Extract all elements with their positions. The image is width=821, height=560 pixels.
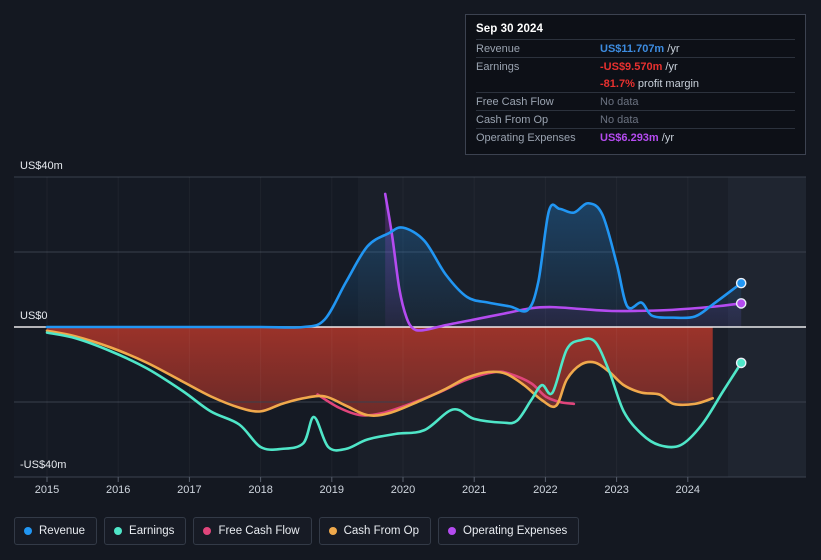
x-axis-tick-2018: 2018	[248, 484, 273, 496]
tooltip-row: Free Cash Flow No data	[476, 92, 795, 110]
legend-color-dot	[448, 527, 457, 535]
x-axis-tick-2020: 2020	[390, 484, 416, 496]
x-axis-tick-2019: 2019	[319, 484, 345, 496]
tooltip-row-value: US$6.293m /yr	[600, 131, 674, 144]
legend-label: Cash From Op	[343, 525, 420, 537]
y-axis-label-bottom: -US$40m	[20, 459, 67, 471]
chart-legend: Revenue Earnings Free Cash Flow Cash From O…	[14, 517, 580, 545]
tooltip-date: Sep 30 2024	[476, 23, 543, 35]
x-axis-tick-2023: 2023	[604, 484, 629, 496]
tooltip-row-label: Cash From Op	[476, 113, 549, 126]
x-axis-tick-2016: 2016	[105, 484, 131, 496]
legend-label: Operating Expenses	[463, 525, 568, 537]
financial-chart: US$40m US$0 -US$40m 2015 2016 2017 2018 2019…	[0, 0, 821, 560]
tooltip-row: Operating Expenses US$6.293m /yr	[476, 128, 795, 146]
legend-color-dot	[114, 527, 123, 535]
legend-label: Revenue	[39, 525, 86, 537]
tooltip-row-value: -US$9.570m /yr	[600, 60, 678, 73]
tooltip-row-label: Operating Expenses	[476, 131, 576, 144]
y-axis-label-top: US$40m	[20, 160, 63, 172]
legend-color-dot	[203, 527, 212, 535]
x-axis-tick-2015: 2015	[34, 484, 60, 496]
legend-item-free-cash-flow[interactable]: Free Cash Flow	[193, 517, 312, 545]
tooltip-rows: Revenue US$11.707m /yr Earnings -US$9.570m …	[476, 39, 795, 146]
tooltip-row: Earnings -US$9.570m /yr	[476, 57, 795, 75]
tooltip-row: -81.7% profit margin	[476, 75, 795, 92]
tooltip-row-label: Free Cash Flow	[476, 95, 554, 108]
data-tooltip: Sep 30 2024 Revenue US$11.707m /yr Earning…	[465, 14, 806, 155]
legend-color-dot	[328, 527, 337, 535]
tooltip-row-value: US$11.707m /yr	[600, 42, 680, 55]
tooltip-row: Cash From Op No data	[476, 110, 795, 128]
legend-label: Free Cash Flow	[218, 525, 300, 537]
legend-item-earnings[interactable]: Earnings	[104, 517, 187, 545]
tooltip-row-value: No data	[600, 113, 639, 126]
y-axis-label-zero: US$0	[20, 310, 48, 322]
x-axis-tick-2024: 2024	[675, 484, 701, 496]
x-axis-tick-2021: 2021	[461, 484, 487, 496]
legend-color-dot	[24, 527, 32, 535]
legend-item-revenue[interactable]: Revenue	[14, 517, 98, 545]
legend-label: Earnings	[129, 525, 175, 537]
tooltip-row: Revenue US$11.707m /yr	[476, 39, 795, 57]
x-axis-tick-2017: 2017	[177, 484, 202, 496]
legend-item-operating-expenses[interactable]: Operating Expenses	[438, 517, 580, 545]
legend-item-cash-from-op[interactable]: Cash From Op	[318, 517, 432, 545]
x-axis-tick-2022: 2022	[533, 484, 558, 496]
tooltip-row-value: No data	[600, 95, 639, 108]
tooltip-row-label: Revenue	[476, 42, 521, 55]
tooltip-row-label: Earnings	[476, 60, 520, 73]
tooltip-row-value: -81.7% profit margin	[600, 77, 700, 90]
